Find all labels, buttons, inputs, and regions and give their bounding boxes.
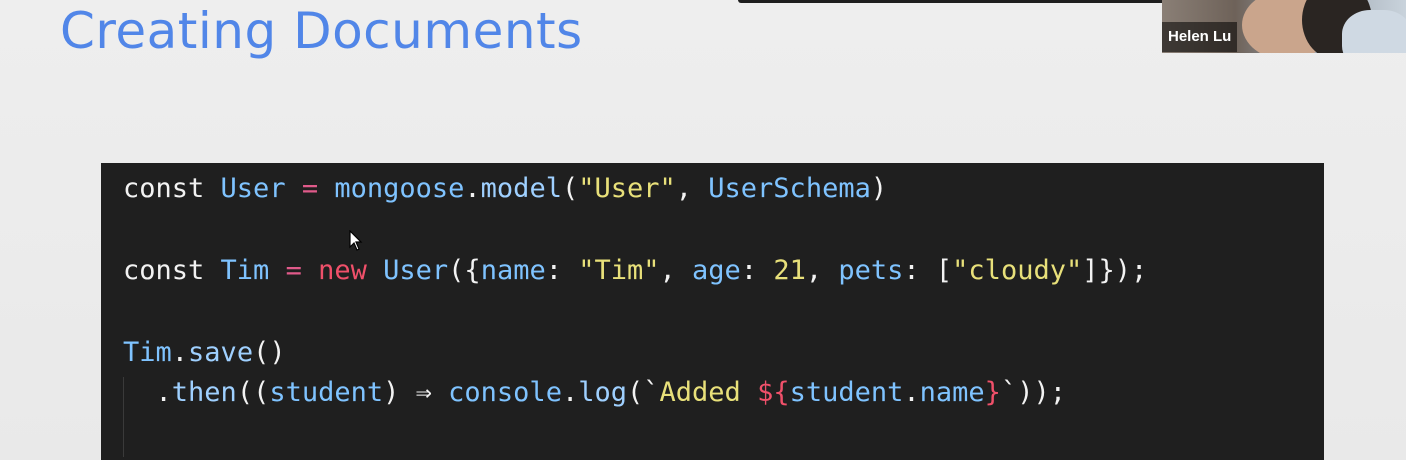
code-token: name bbox=[480, 255, 546, 286]
slide-title: Creating Documents bbox=[60, 2, 583, 60]
code-token: UserSchema bbox=[708, 173, 871, 204]
code-token: "cloudy" bbox=[952, 255, 1083, 286]
code-token: () bbox=[253, 337, 286, 368]
code-token: const bbox=[123, 255, 221, 286]
code-token: mongoose bbox=[334, 173, 465, 204]
code-token: new bbox=[318, 255, 384, 286]
code-token: age bbox=[692, 255, 741, 286]
code-token: (` bbox=[627, 377, 660, 408]
code-token: = bbox=[285, 173, 335, 204]
code-token: student bbox=[789, 377, 904, 408]
code-line-1: const User = mongoose.model("User", User… bbox=[123, 173, 887, 204]
code-token: ) ⇒ bbox=[383, 377, 449, 408]
code-token: ( bbox=[561, 173, 579, 204]
code-token: : bbox=[740, 255, 774, 286]
participant-name: Helen Lu bbox=[1162, 22, 1238, 52]
code-token: Tim bbox=[123, 337, 172, 368]
code-token: , bbox=[675, 173, 709, 204]
code-line-3: Tim.save() bbox=[123, 337, 286, 368]
code-token: . bbox=[171, 337, 189, 368]
code-token: User bbox=[383, 255, 449, 286]
code-token: 21 bbox=[773, 255, 806, 286]
code-token: log bbox=[578, 377, 627, 408]
code-line-2: const Tim = new User({name: "Tim", age : … bbox=[123, 255, 1147, 286]
code-line-4: .then((student) ⇒ console.log(`Added ${s… bbox=[123, 377, 1066, 408]
screen-share-toolbar[interactable] bbox=[738, 0, 1206, 3]
code-token: ]}); bbox=[1082, 255, 1148, 286]
code-token: , bbox=[659, 255, 693, 286]
code-token: : bbox=[545, 255, 579, 286]
code-token: pets bbox=[838, 255, 904, 286]
code-token: `)); bbox=[1000, 377, 1066, 408]
code-token: } bbox=[984, 377, 1001, 408]
code-token: (( bbox=[236, 377, 270, 408]
code-token: name bbox=[919, 377, 985, 408]
code-token: User bbox=[220, 173, 286, 204]
code-block: const User = mongoose.model("User", User… bbox=[101, 163, 1324, 460]
code-token: "User" bbox=[578, 173, 676, 204]
code-token: . bbox=[561, 377, 579, 408]
code-token: save bbox=[188, 337, 254, 368]
code-token: then bbox=[171, 377, 237, 408]
code-token: const bbox=[123, 173, 221, 204]
code-token: ({ bbox=[448, 255, 481, 286]
code-token: . bbox=[464, 173, 481, 204]
participant-video-tile[interactable]: Helen Lu bbox=[1162, 0, 1406, 53]
code-token: model bbox=[480, 173, 562, 204]
code-token: Added bbox=[659, 377, 758, 408]
code-token: = bbox=[269, 255, 319, 286]
code-token: . bbox=[903, 377, 920, 408]
code-token: , bbox=[805, 255, 839, 286]
code-token: : [ bbox=[903, 255, 953, 286]
code-token: "Tim" bbox=[578, 255, 660, 286]
code-token: Tim bbox=[220, 255, 270, 286]
code-token: ) bbox=[870, 173, 888, 204]
code-token: console bbox=[448, 377, 562, 408]
video-feed-background bbox=[1342, 10, 1406, 53]
code-token: . bbox=[123, 377, 172, 408]
mouse-pointer-icon bbox=[349, 230, 363, 251]
code-token: ${ bbox=[757, 377, 790, 408]
code-token: student bbox=[269, 377, 384, 408]
